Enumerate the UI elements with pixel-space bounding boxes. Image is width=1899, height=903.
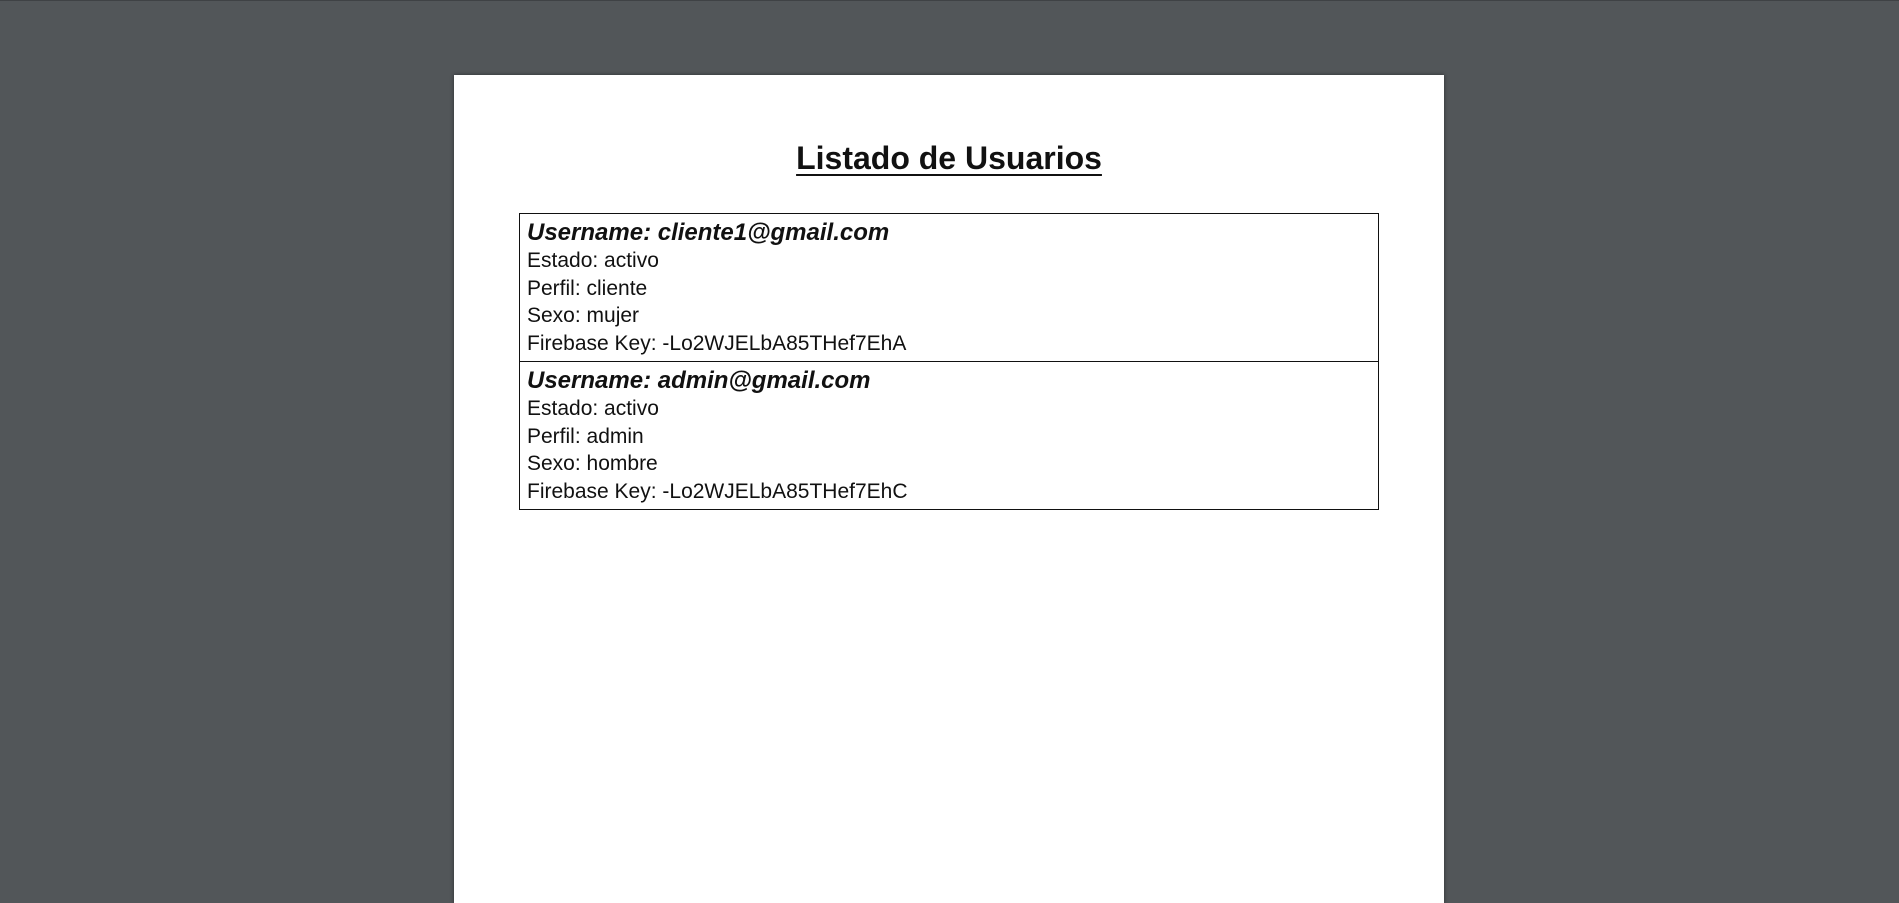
estado-text: Estado: activo (527, 397, 659, 420)
user-entry-cell: Username: cliente1@gmail.com Estado: act… (519, 213, 1379, 362)
table-row: Username: cliente1@gmail.com Estado: act… (519, 213, 1379, 362)
firebase-key-text: Firebase Key: -Lo2WJELbA85THef7EhA (527, 331, 907, 355)
page-title: Listado de Usuarios (796, 140, 1102, 176)
pdf-viewer: Listado de Usuarios Username: cliente1@g… (0, 0, 1899, 903)
username-text: Username: admin@gmail.com (527, 367, 871, 394)
estado-text: Estado: activo (527, 249, 659, 272)
document-page: Listado de Usuarios Username: cliente1@g… (454, 75, 1444, 903)
username-text: Username: cliente1@gmail.com (527, 219, 890, 246)
users-table: Username: cliente1@gmail.com Estado: act… (519, 213, 1379, 510)
sexo-text: Sexo: hombre (527, 452, 658, 475)
perfil-text: Perfil: admin (527, 424, 644, 448)
firebase-key-text: Firebase Key: -Lo2WJELbA85THef7EhC (527, 479, 908, 503)
table-row: Username: admin@gmail.com Estado: activo… (519, 361, 1379, 510)
user-entry-cell: Username: admin@gmail.com Estado: activo… (519, 361, 1379, 510)
perfil-text: Perfil: cliente (527, 276, 648, 300)
sexo-text: Sexo: mujer (527, 304, 640, 327)
